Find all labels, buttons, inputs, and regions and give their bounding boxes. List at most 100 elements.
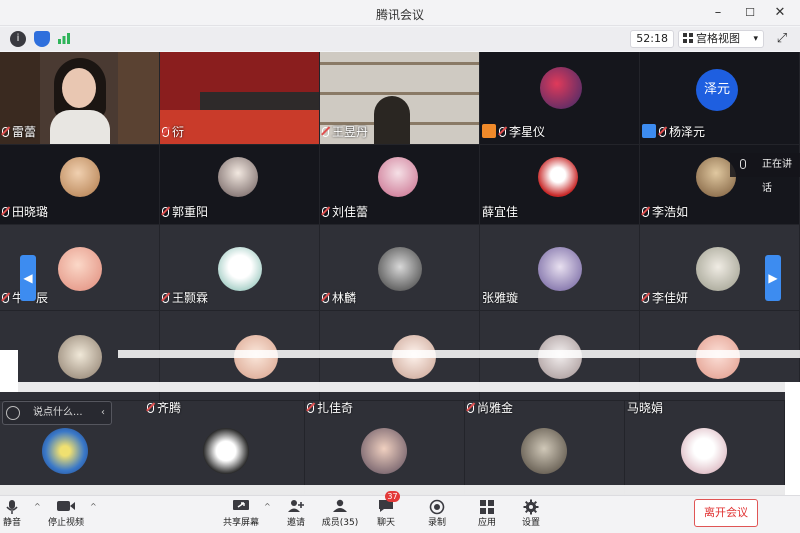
info-icon[interactable]: i	[10, 31, 26, 47]
user-badge-icon	[482, 124, 496, 138]
chat-input[interactable]: 说点什么... ‹	[2, 401, 112, 425]
members-icon	[330, 499, 350, 517]
maximize-button[interactable]: ☐	[740, 3, 760, 23]
share-options-caret[interactable]: ^	[264, 502, 271, 511]
signal-icon[interactable]	[56, 31, 72, 47]
video-tile[interactable]: 郭重阳	[160, 145, 320, 225]
invite-button[interactable]: 邀请	[284, 497, 308, 533]
close-button[interactable]: ✕	[770, 3, 790, 23]
participant-avatar	[521, 428, 567, 474]
participant-label: 扎佳奇	[307, 401, 353, 417]
video-tile[interactable]: 衍	[160, 52, 320, 145]
glitch-band	[0, 485, 800, 495]
shield-icon[interactable]	[34, 31, 50, 47]
participant-avatar	[58, 247, 102, 291]
participant-avatar	[60, 157, 100, 197]
video-tile[interactable]: 齐腾	[145, 401, 305, 495]
mic-muted-icon	[162, 293, 169, 303]
participant-label: 薛宜佳	[482, 205, 519, 219]
participant-shoulders	[50, 110, 110, 144]
video-tile[interactable]: 马晓娟	[625, 401, 785, 495]
share-screen-button[interactable]: 共享屏幕	[222, 497, 260, 533]
shelf	[320, 62, 479, 65]
participant-figure	[374, 96, 410, 144]
settings-label: 设置	[521, 518, 540, 528]
participant-label: 李星仪	[482, 124, 545, 141]
collapse-chevron-icon[interactable]: ‹	[101, 402, 105, 424]
stop-video-button[interactable]: 停止视频	[46, 497, 86, 533]
participant-face	[62, 68, 96, 108]
share-screen-label: 共享屏幕	[222, 518, 259, 528]
meeting-timer: 52:18	[630, 30, 674, 48]
apps-button[interactable]: 应用	[474, 497, 500, 533]
video-tile[interactable]: 王昱丹	[320, 52, 480, 145]
settings-button[interactable]: 设置	[518, 497, 544, 533]
emoji-icon[interactable]	[6, 406, 20, 420]
video-tile[interactable]: 林麟	[320, 225, 480, 311]
participant-label: 刘佳蕾	[322, 204, 368, 221]
participant-avatar	[538, 247, 582, 291]
participant-label: 王昱丹	[322, 124, 368, 141]
chat-label: 聊天	[376, 518, 395, 528]
add-user-icon	[286, 499, 306, 517]
participant-label: 林麟	[322, 290, 356, 307]
view-mode-button[interactable]: 宫格视图 ▾	[678, 30, 764, 48]
video-tile[interactable]: 尚雅金	[465, 401, 625, 495]
participant-label: 张雅璇	[482, 291, 519, 305]
video-tile[interactable]: 扎佳奇	[305, 401, 465, 495]
participant-avatar	[218, 157, 258, 197]
video-tile[interactable]: 王颢霖	[160, 225, 320, 311]
window-title: 腾讯会议	[375, 8, 424, 22]
participant-label: 郭重阳	[162, 204, 208, 221]
video-options-caret[interactable]: ^	[90, 502, 97, 511]
video-tile[interactable]: 薛宜佳	[480, 145, 640, 225]
chat-placeholder: 说点什么...	[33, 407, 83, 418]
mic-muted-icon	[322, 207, 329, 217]
glitch-band	[785, 382, 800, 495]
participant-label: 雷蕾	[2, 124, 36, 141]
shelf	[320, 92, 479, 95]
video-tile[interactable]: 田晓璐	[0, 145, 160, 225]
chevron-down-icon: ▾	[753, 34, 758, 44]
members-button[interactable]: 成员(35)	[320, 497, 360, 533]
mic-muted-icon	[162, 127, 169, 137]
mic-muted-icon	[2, 127, 9, 137]
leave-meeting-button[interactable]: 离开会议	[694, 499, 758, 527]
video-grid: 雷蕾 衍 王昱丹 李星仪 泽元 杨泽元 田晓璐 郭重阳 刘佳蕾 薛宜佳 李浩如 …	[0, 52, 800, 495]
participant-avatar	[378, 247, 422, 291]
mic-muted-icon	[307, 403, 314, 413]
apps-label: 应用	[477, 518, 496, 528]
mute-button[interactable]: 静音	[0, 497, 24, 533]
mic-muted-icon	[499, 127, 506, 137]
video-tile[interactable]: 李星仪	[480, 52, 640, 145]
participant-avatar	[203, 428, 249, 474]
previous-page-arrow[interactable]: ◀	[20, 255, 36, 301]
mic-muted-icon	[2, 207, 9, 217]
mic-muted-icon	[322, 127, 329, 137]
video-tile[interactable]: 泽元 杨泽元	[640, 52, 800, 145]
mic-muted-icon	[467, 403, 474, 413]
participant-avatar: 泽元	[696, 69, 738, 111]
mute-options-caret[interactable]: ^	[34, 502, 41, 511]
mic-muted-icon	[642, 207, 649, 217]
mic-muted-icon	[162, 207, 169, 217]
participant-avatar	[378, 157, 418, 197]
mic-muted-icon	[642, 293, 649, 303]
video-tile[interactable]: 张雅璇	[480, 225, 640, 311]
fullscreen-icon[interactable]: ⤢	[774, 31, 790, 47]
participant-avatar	[540, 67, 582, 109]
participant-avatar	[681, 428, 727, 474]
next-page-arrow[interactable]: ▶	[765, 255, 781, 301]
video-camera-icon	[56, 499, 76, 517]
record-icon	[427, 499, 447, 517]
participant-label: 尚雅金	[467, 401, 513, 417]
glitch-band	[118, 350, 800, 358]
video-tile[interactable]: 刘佳蕾	[320, 145, 480, 225]
participant-label: 杨泽元	[642, 124, 705, 141]
chat-button[interactable]: 聊天	[374, 497, 398, 533]
record-button[interactable]: 录制	[424, 497, 450, 533]
minimize-button[interactable]: –	[708, 3, 728, 23]
mute-label: 静音	[2, 518, 21, 528]
video-tile[interactable]: 雷蕾	[0, 52, 160, 145]
participant-label: 衍	[162, 124, 184, 141]
